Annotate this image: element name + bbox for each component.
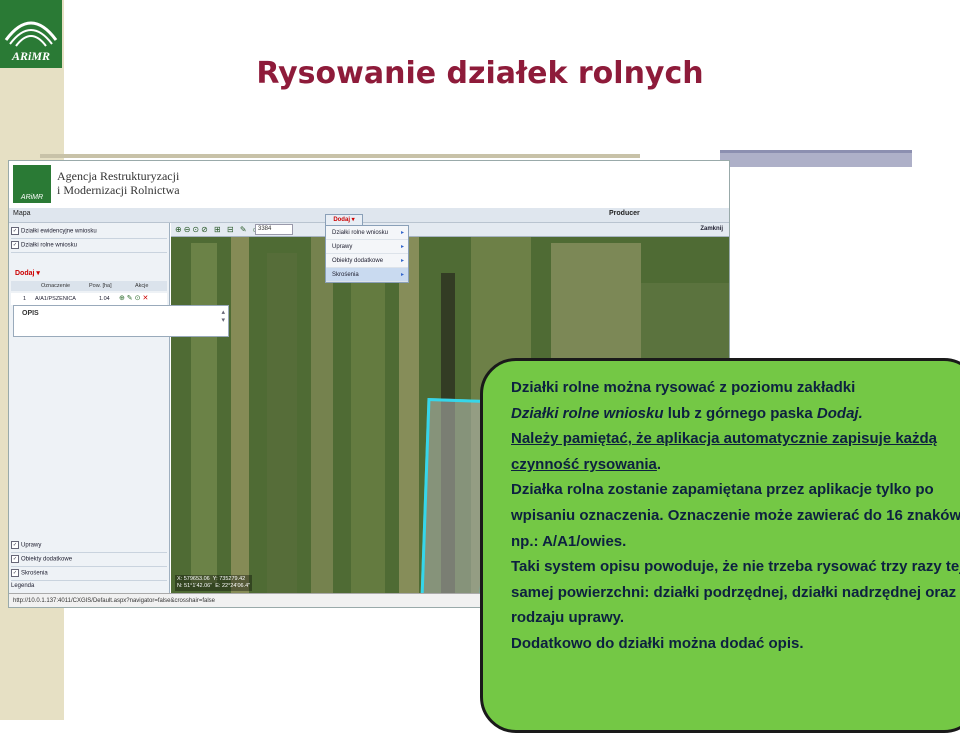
scroll-arrows-icon[interactable]: ▴ ▾ xyxy=(221,308,225,324)
checkbox-icon[interactable]: ✓ xyxy=(11,241,19,249)
field-strip xyxy=(351,263,385,593)
tab-map[interactable]: Mapa xyxy=(13,210,31,217)
table-header: Oznaczenie Pow. [ha] Akcje xyxy=(11,281,167,291)
decorative-bar xyxy=(720,150,912,167)
callout-paragraph-5: Dodatkowo do działki można dodać opis. xyxy=(511,634,804,652)
checkbox-icon[interactable]: ✓ xyxy=(11,569,19,577)
menu-item-intersections[interactable]: Skrośenia ▸ xyxy=(326,268,408,282)
menu-item-extra-objects[interactable]: Obiekty dodatkowe ▸ xyxy=(326,254,408,268)
wheat-field-icon xyxy=(4,21,58,47)
coordinates-readout: X: 579653.06 Y: 735279.42 N: 51°1'42.06"… xyxy=(175,575,253,591)
agency-name: Agencja Restrukturyzacji i Modernizacji … xyxy=(57,169,257,197)
info-callout: Działki rolne można rysować z poziomu za… xyxy=(480,358,960,733)
add-menu-dropdown: Działki rolne wniosku ▸ Uprawy ▸ Obiekty d… xyxy=(325,225,409,283)
table-row[interactable]: 1 A/A1/PSZENICA 1.04 ⊕ ✎ ⊙ ✕ xyxy=(11,293,167,305)
producer-label: Producer xyxy=(609,210,640,217)
checkbox-icon[interactable]: ✓ xyxy=(11,555,19,563)
layer-row[interactable]: ✓ Działki ewidencyjne wniosku xyxy=(11,227,167,239)
layers-panel: ✓ Działki ewidencyjne wniosku ✓ Działki ro… xyxy=(9,223,170,595)
layer-row[interactable]: ✓ Działki rolne wniosku xyxy=(11,241,167,253)
menu-item-parcels[interactable]: Działki rolne wniosku ▸ xyxy=(326,226,408,240)
agency-line-1: Agencja Restrukturyzacji xyxy=(57,169,180,183)
checkbox-icon[interactable]: ✓ xyxy=(11,541,19,549)
description-field[interactable]: OPIS ▴ ▾ xyxy=(13,305,229,337)
layer-row[interactable]: ✓ Skrośenia xyxy=(11,569,167,581)
callout-paragraph-2: Należy pamiętać, że aplikacja automatycz… xyxy=(511,430,938,473)
app-header: ARiMR Agencja Restrukturyzacji i Moderni… xyxy=(9,161,729,207)
callout-paragraph-3: Działka rolna zostanie zapamiętana przez… xyxy=(511,481,960,550)
agency-logo-icon: ARiMR xyxy=(13,165,51,203)
tab-bar: Mapa Producer xyxy=(9,208,729,223)
slide-title: Rysowanie działek rolnych xyxy=(256,56,704,91)
description-label: OPIS xyxy=(22,310,39,317)
checkbox-icon[interactable]: ✓ xyxy=(11,227,19,235)
field-strip xyxy=(267,253,297,593)
field-strip xyxy=(191,243,217,583)
scale-input[interactable]: 3384 xyxy=(255,224,293,235)
close-button[interactable]: Zamknij xyxy=(700,226,723,232)
agency-line-2: i Modernizacji Rolnictwa xyxy=(57,183,180,197)
callout-paragraph-4: Taki system opisu powoduje, że nie trzeb… xyxy=(511,558,960,627)
map-toolbar: ⊕⊖⊙⊘ ⊞ ⊟ ✎ ▭ ✕ 3384 Zamknij xyxy=(171,223,729,237)
menu-item-crops[interactable]: Uprawy ▸ xyxy=(326,240,408,254)
row-action-icons[interactable]: ⊕ ✎ ⊙ ✕ xyxy=(119,294,148,302)
layer-row[interactable]: ✓ Obiekty dodatkowe xyxy=(11,555,167,567)
add-dropdown-button[interactable]: Dodaj ▾ xyxy=(15,269,40,277)
field-strip xyxy=(231,233,249,593)
callout-paragraph-1: Działki rolne można rysować z poziomu za… xyxy=(511,379,863,422)
divider-line xyxy=(40,154,640,158)
field-strip xyxy=(399,233,419,593)
layer-row[interactable]: ✓ Uprawy xyxy=(11,541,167,553)
callout-text: Działki rolne można rysować z poziomu za… xyxy=(511,375,960,657)
